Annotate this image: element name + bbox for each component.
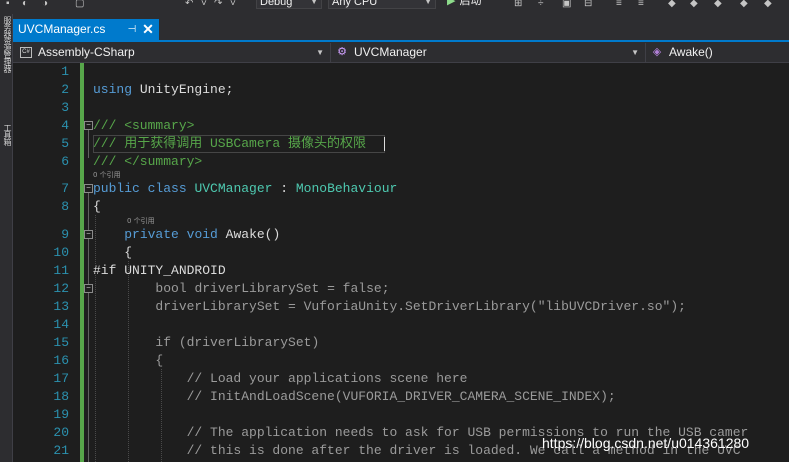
member-name: Awake() — [669, 45, 713, 59]
code-line-5: /// 用于获得调用 USBCamera 摄像头的权限 — [93, 136, 367, 151]
line-number: 20 — [53, 425, 69, 440]
platform-value: Any CPU — [332, 0, 378, 8]
bookmark-toggle-icon[interactable]: ◆ — [764, 0, 772, 9]
chevron-down-icon: ▼ — [631, 48, 639, 57]
code-line-18: // InitAndLoadScene(VUFORIA_DRIVER_CAMER… — [93, 389, 616, 404]
toolbar: ▪ ◐ ◑ ▢ ↶ ˅ ↷ ˅ Debug ▼ Any CPU ▼ ▶ 启动 ⊞ … — [0, 0, 789, 14]
method-icon: ◈ — [652, 46, 662, 58]
outlining-gutter: − − − − — [84, 63, 93, 462]
chevron-down-icon: ▼ — [316, 48, 324, 57]
close-icon[interactable]: ✕ — [141, 19, 155, 40]
chevron-down-icon: ▼ — [424, 0, 432, 6]
run-label: 启动 — [459, 0, 482, 7]
bookmark-clear-icon[interactable]: ◆ — [740, 0, 748, 9]
line-number: 14 — [53, 317, 69, 332]
config-select[interactable]: Debug ▼ — [256, 0, 322, 9]
code-line-9: private void Awake() — [124, 227, 281, 242]
align-right-icon[interactable]: ≡ — [638, 0, 644, 9]
line-number: 9 — [61, 227, 69, 242]
solution-icon[interactable]: ⊟ — [584, 0, 592, 9]
code-line-12: bool driverLibrarySet = false; — [155, 281, 390, 296]
text-caret — [384, 137, 385, 151]
project-name: Assembly-CSharp — [38, 45, 135, 59]
line-number: 21 — [53, 443, 69, 458]
code-line-8: { — [93, 199, 101, 214]
code-line-4: /// <summary> — [93, 118, 195, 133]
config-value: Debug — [260, 0, 293, 8]
new-file-icon[interactable]: ▢ — [75, 0, 84, 9]
server-explorer-tab[interactable]: 服务器资源管理器 — [1, 16, 12, 72]
line-number: 12 — [53, 281, 69, 296]
code-line-7: public class UVCManager : MonoBehaviour — [93, 181, 398, 196]
collapse-icon[interactable]: − — [84, 121, 93, 130]
browser-link-icon[interactable]: ⊞ — [514, 0, 522, 9]
pin-icon[interactable]: ⊣ — [126, 19, 138, 40]
class-dropdown[interactable]: ⚙ UVCManager ▼ — [332, 43, 646, 62]
line-number: 16 — [53, 353, 69, 368]
line-number: 11 — [53, 263, 69, 278]
code-line-10: { — [93, 245, 133, 260]
line-number: 19 — [53, 407, 69, 422]
line-number: 10 — [53, 245, 69, 260]
line-number: 7 — [61, 181, 69, 196]
toolbar-overflow-icon[interactable]: ▪ — [6, 0, 10, 9]
line-number: 6 — [61, 154, 69, 169]
class-icon: ⚙ — [337, 46, 347, 58]
code-line-11: #if UNITY_ANDROID — [93, 263, 226, 278]
codelens-references[interactable]: 0 个引用 — [93, 170, 121, 180]
navigation-bar: C# Assembly-CSharp ▼ ⚙ UVCManager ▼ ◈ Aw… — [13, 42, 789, 63]
line-number: 13 — [53, 299, 69, 314]
document-tab-strip: UVCManager.cs ⊣ ✕ — [13, 14, 789, 42]
member-dropdown[interactable]: ◈ Awake() — [647, 43, 789, 62]
collapse-icon[interactable]: − — [84, 230, 93, 239]
line-number: 1 — [61, 64, 69, 79]
undo-icon[interactable]: ↶ — [185, 0, 193, 9]
chevron-down-icon: ▼ — [310, 0, 318, 6]
code-line-2: using UnityEngine; — [93, 82, 234, 97]
forward-icon[interactable]: ◑ — [42, 0, 48, 9]
line-number: 15 — [53, 335, 69, 350]
code-line-15: if (driverLibrarySet) — [155, 335, 320, 350]
line-number: 17 — [53, 371, 69, 386]
start-debugging-button[interactable]: ▶ 启动 — [447, 0, 481, 9]
code-line-16: { — [93, 353, 164, 368]
line-number: 8 — [61, 199, 69, 214]
class-name: UVCManager — [354, 45, 427, 59]
line-number: 18 — [53, 389, 69, 404]
toolbox-tab[interactable]: 工具箱 — [1, 124, 12, 145]
line-number-gutter: 1 2 3 4 5 6 7 8 9 10 11 12 13 14 15 16 1… — [13, 63, 70, 462]
csharp-project-icon: C# — [20, 47, 32, 58]
project-dropdown[interactable]: C# Assembly-CSharp ▼ — [16, 43, 331, 62]
line-number: 2 — [61, 82, 69, 97]
code-line-13: driverLibrarySet = VuforiaUnity.SetDrive… — [93, 299, 686, 314]
line-number: 4 — [61, 118, 69, 133]
redo-icon[interactable]: ↷ — [214, 0, 222, 9]
watermark-text: https://blog.csdn.net/u014361280 — [542, 435, 750, 451]
align-left-icon[interactable]: ≡ — [616, 0, 622, 9]
line-number: 3 — [61, 100, 69, 115]
platform-select[interactable]: Any CPU ▼ — [328, 0, 436, 9]
codelens-references[interactable]: 0 个引用 — [127, 216, 155, 226]
collapse-icon[interactable]: − — [84, 184, 93, 193]
tool-window-rail: 服务器资源管理器 工具箱 — [0, 14, 13, 462]
code-line-6: /// </summary> — [93, 154, 203, 169]
back-icon[interactable]: ◐ — [22, 0, 28, 9]
code-editor[interactable]: 1 2 3 4 5 6 7 8 9 10 11 12 13 14 15 16 1… — [13, 63, 789, 462]
redo-dropdown-icon[interactable]: ˅ — [230, 0, 236, 9]
collapse-icon[interactable]: − — [84, 284, 93, 293]
code-area[interactable]: using UnityEngine; /// <summary> /// 用于获… — [93, 63, 789, 462]
tab-uvcmanager[interactable]: UVCManager.cs ⊣ ✕ — [13, 19, 159, 40]
dropdown-icon[interactable]: ÷ — [538, 0, 544, 9]
save-icon[interactable]: ▣ — [562, 0, 571, 9]
bookmark-next-icon[interactable]: ◆ — [714, 0, 722, 9]
undo-dropdown-icon[interactable]: ˅ — [201, 0, 207, 9]
tab-label: UVCManager.cs — [18, 22, 106, 36]
play-icon: ▶ — [447, 0, 456, 7]
bookmark-prev-icon[interactable]: ◆ — [690, 0, 698, 9]
line-number: 5 — [61, 136, 69, 151]
bookmark-icon[interactable]: ◆ — [668, 0, 676, 9]
code-line-17: // Load your applications scene here — [93, 371, 468, 386]
fold-line — [88, 130, 89, 158]
